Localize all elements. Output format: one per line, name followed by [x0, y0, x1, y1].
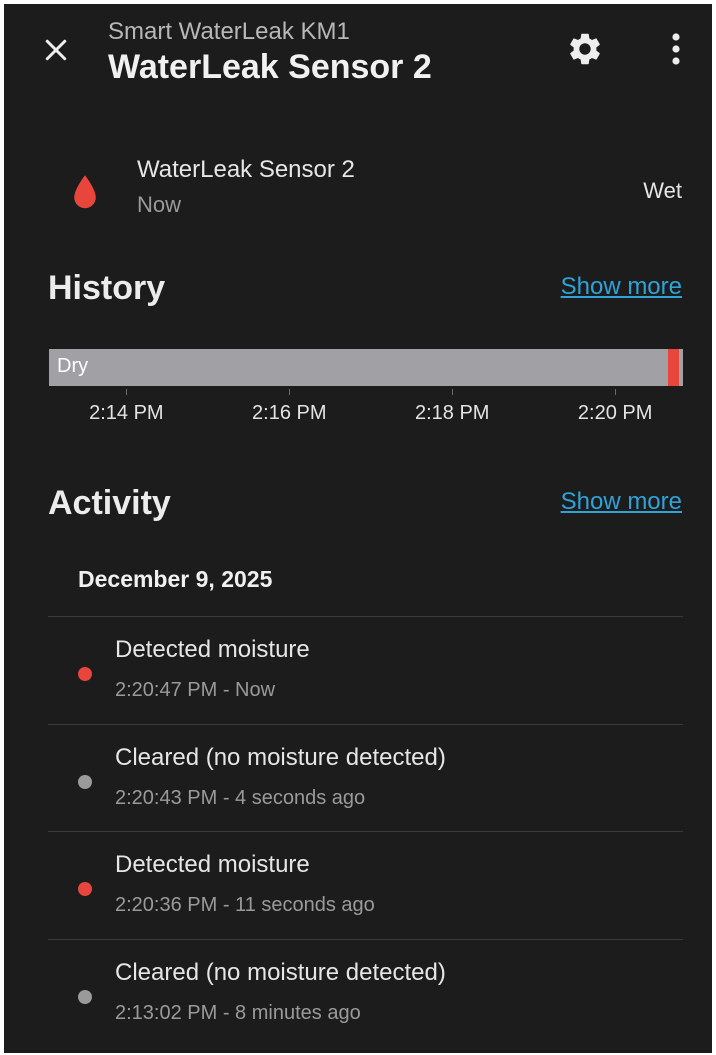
more-options-button[interactable] [652, 24, 700, 74]
activity-timestamp: 2:13:02 PM - 8 minutes ago [115, 1001, 361, 1024]
activity-timestamp: 2:20:36 PM - 11 seconds ago [115, 894, 375, 916]
activity-show-more-link[interactable]: Show more [561, 488, 682, 516]
entity-state-row[interactable]: WaterLeak Sensor 2 Now Wet [4, 144, 712, 234]
history-timeline[interactable]: Dry [49, 349, 683, 386]
activity-message: Detected moisture [115, 636, 310, 663]
activity-divider [48, 938, 683, 940]
water-drop-icon [74, 175, 96, 209]
more-vertical-icon [672, 33, 680, 65]
timeline-tick-label: 2:18 PM [414, 402, 490, 424]
timeline-tick-mark [289, 389, 291, 395]
entity-last-changed: Now [137, 192, 182, 217]
activity-status-dot [78, 774, 92, 789]
timeline-tick-label: 2:14 PM [89, 402, 164, 424]
history-title: History [48, 269, 166, 307]
history-show-more-link[interactable]: Show more [561, 273, 682, 301]
entity-state-value: Wet [643, 178, 682, 203]
activity-divider [48, 723, 683, 725]
activity-message: Cleared (no moisture detected) [115, 958, 446, 986]
activity-title: Activity [48, 484, 171, 522]
water-drop-shape [74, 175, 96, 209]
dialog-header: Smart WaterLeak KM1 WaterLeak Sensor 2 [4, 4, 712, 114]
settings-button[interactable] [560, 24, 610, 74]
timeline-segment-label: Dry [57, 355, 89, 377]
timeline-tick-mark [126, 389, 128, 395]
close-button[interactable] [32, 26, 80, 74]
activity-status-dot [78, 667, 92, 681]
activity-divider [48, 831, 683, 832]
timeline-segment[interactable] [667, 349, 679, 386]
more-info-dialog: Smart WaterLeak KM1 WaterLeak Sensor 2 W… [4, 4, 712, 1053]
page-title: WaterLeak Sensor 2 [108, 48, 432, 86]
timeline-tick-mark [452, 389, 454, 395]
entity-name: WaterLeak Sensor 2 [137, 156, 355, 183]
timeline-tick-mark [615, 389, 617, 395]
activity-message: Cleared (no moisture detected) [115, 743, 446, 771]
activity-status-dot [78, 882, 92, 896]
gear-icon [570, 33, 600, 65]
activity-date-heading: December 9, 2025 [78, 566, 273, 592]
activity-timestamp: 2:20:47 PM - Now [115, 679, 276, 701]
close-icon [45, 39, 67, 61]
activity-timestamp: 2:20:43 PM - 4 seconds ago [115, 786, 366, 809]
timeline-tick-label: 2:20 PM [577, 402, 653, 424]
device-name: Smart WaterLeak KM1 [108, 18, 350, 45]
timeline-segment[interactable] [678, 349, 683, 386]
timeline-track: Dry [49, 349, 683, 386]
timeline-segment[interactable]: Dry [49, 349, 668, 386]
activity-message: Detected moisture [115, 851, 310, 878]
activity-divider [48, 616, 683, 617]
timeline-tick-label: 2:16 PM [252, 402, 327, 424]
activity-status-dot [78, 989, 92, 1004]
